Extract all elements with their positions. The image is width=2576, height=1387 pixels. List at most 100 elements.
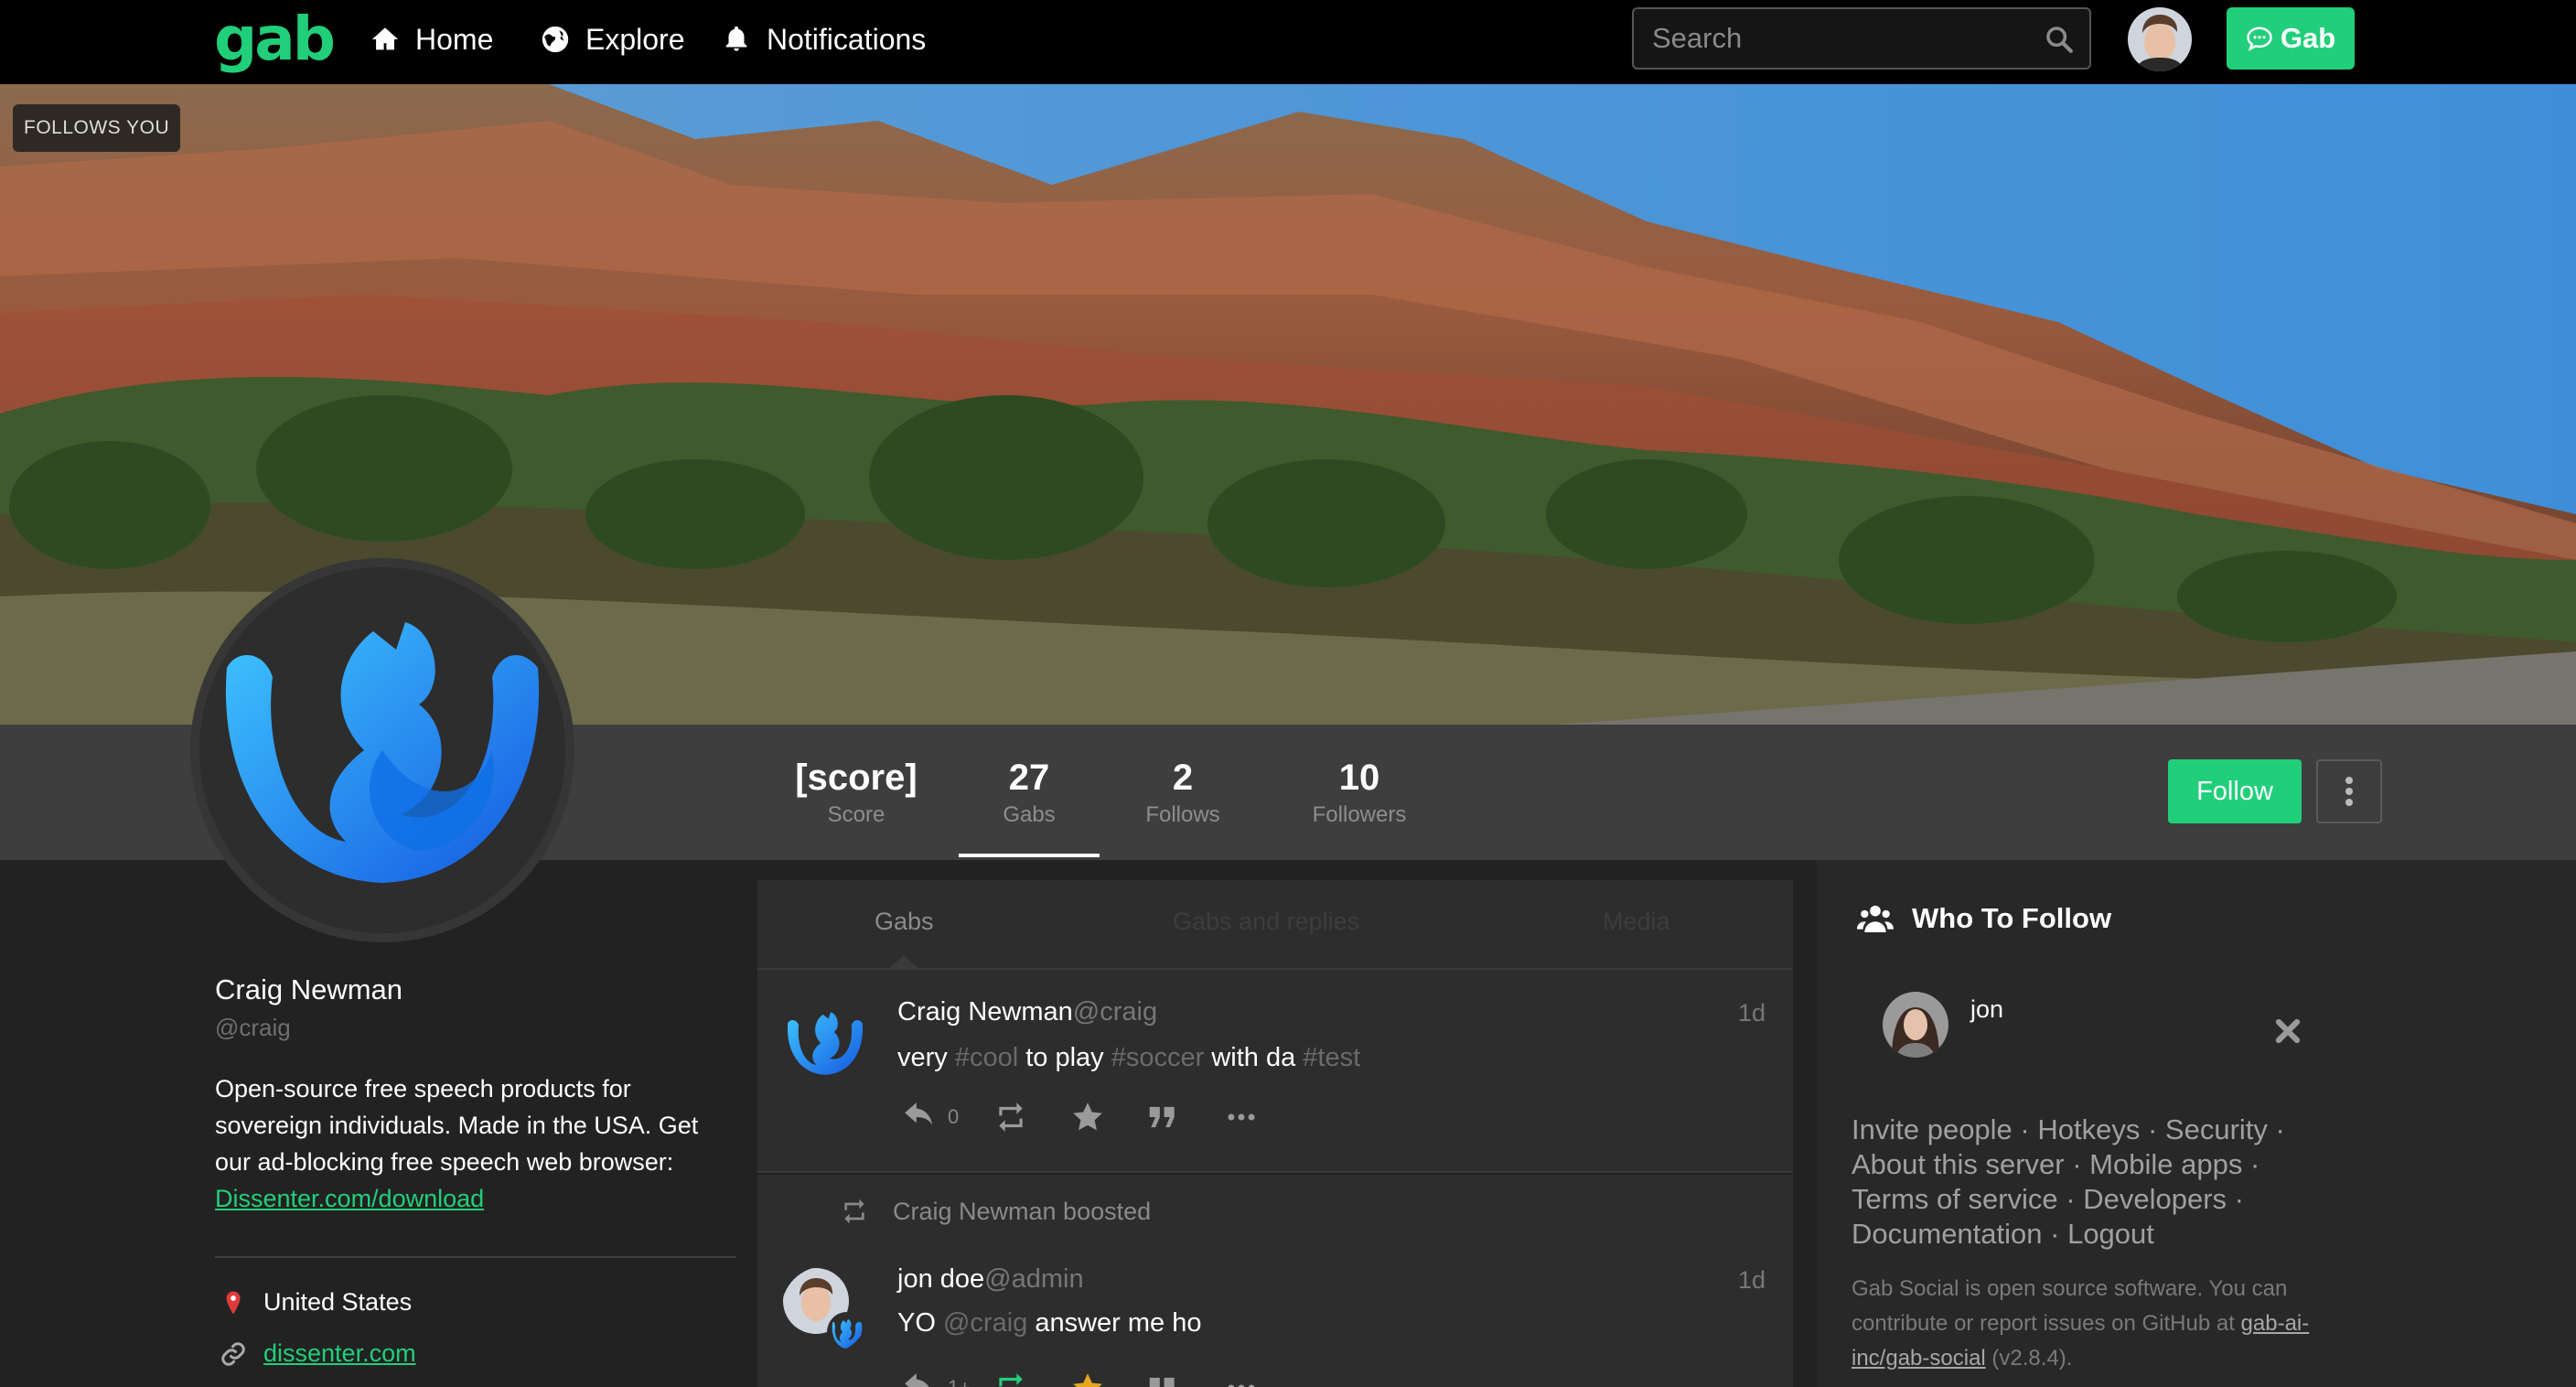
post-author-avatar[interactable] — [781, 999, 869, 1087]
tab-media[interactable]: Media — [1603, 908, 1670, 936]
ellipsis-icon — [1228, 1384, 1255, 1387]
users-icon — [1857, 905, 1894, 932]
hashtag-link[interactable]: #test — [1303, 1043, 1360, 1072]
stat-score-value: [score] — [795, 758, 918, 798]
mention-link[interactable]: @craig — [943, 1308, 1027, 1338]
follow-button[interactable]: Follow — [2168, 759, 2302, 823]
boosted-by-text: Craig Newman boosted — [893, 1197, 1152, 1225]
hashtag-link[interactable]: #soccer — [1111, 1043, 1205, 1072]
post-author[interactable]: Craig Newman@craig — [897, 997, 1157, 1027]
profile-handle: @craig — [215, 1014, 291, 1041]
profile-location-text: United States — [263, 1288, 413, 1316]
stat-gabs-label: Gabs — [1003, 802, 1056, 827]
tab-gabs-and-replies[interactable]: Gabs and replies — [1173, 908, 1359, 936]
profile-divider — [215, 1256, 736, 1258]
quote-button[interactable] — [1145, 1100, 1180, 1134]
stat-followers[interactable]: 10 Followers — [1286, 758, 1433, 828]
reply-button[interactable]: 0 — [902, 1100, 959, 1134]
stat-follows[interactable]: 2 Follows — [1110, 758, 1256, 828]
footer-link-mobile-apps[interactable]: Mobile apps — [2089, 1148, 2242, 1180]
gab-logo[interactable]: gab — [214, 4, 336, 74]
hashtag-link[interactable]: #cool — [955, 1043, 1018, 1072]
profile-bio-link[interactable]: Dissenter.com/download — [215, 1185, 484, 1212]
post-content: very #cool to play #soccer with da #test — [897, 1043, 1360, 1073]
profile-location: United States — [220, 1288, 412, 1317]
ellipsis-icon — [1228, 1113, 1255, 1121]
post-timestamp[interactable]: 1d — [1738, 1266, 1766, 1295]
star-icon — [1073, 1373, 1102, 1387]
stat-gabs[interactable]: 27 Gabs — [956, 758, 1102, 828]
stat-follows-label: Follows — [1145, 802, 1220, 827]
active-tab-pointer — [887, 955, 920, 970]
footer-link-security[interactable]: Security — [2165, 1113, 2268, 1145]
profile-more-button[interactable] — [2316, 759, 2382, 823]
profile-website-link[interactable]: dissenter.com — [263, 1339, 416, 1368]
stat-followers-value: 10 — [1338, 758, 1380, 798]
post-author-name: jon doe — [897, 1264, 985, 1294]
status-card[interactable]: Craig Newman boosted jon doe@admin 1d YO… — [757, 1175, 1793, 1387]
nav-home[interactable]: Home — [370, 18, 493, 60]
stat-follows-value: 2 — [1172, 758, 1194, 798]
chat-bubble-icon — [2247, 27, 2272, 51]
active-stat-underline — [959, 854, 1100, 857]
close-icon[interactable] — [2274, 1017, 2302, 1045]
profile-display-name: Craig Newman — [215, 973, 403, 1005]
nav-home-label: Home — [415, 22, 494, 56]
post-author[interactable]: jon doe@admin — [897, 1264, 1084, 1295]
boost-button[interactable] — [993, 1371, 1028, 1387]
stat-score[interactable]: [score] Score — [783, 758, 929, 828]
boost-icon — [999, 1373, 1023, 1387]
stat-score-label: Score — [827, 802, 886, 827]
nav-explore[interactable]: Explore — [540, 18, 685, 60]
search-input[interactable] — [1652, 18, 2036, 59]
profile-bio: Open-source free speech products for sov… — [215, 1070, 727, 1217]
suggested-user-avatar[interactable] — [1883, 992, 1948, 1058]
profile-website[interactable]: dissenter.com — [220, 1339, 416, 1368]
reply-button[interactable]: 1+ — [902, 1371, 971, 1387]
gab-button-label: Gab — [2280, 22, 2336, 54]
post-text-segment: very — [897, 1043, 955, 1072]
footer-link-invite[interactable]: Invite people — [1852, 1113, 2012, 1145]
quote-icon — [1149, 1106, 1175, 1128]
footer-link-terms[interactable]: Terms of service — [1852, 1183, 2058, 1215]
footer-link-logout[interactable]: Logout — [2067, 1218, 2154, 1250]
footer-link-developers[interactable]: Developers — [2083, 1183, 2227, 1215]
more-vertical-icon — [2345, 777, 2353, 806]
reply-icon — [905, 1102, 933, 1125]
link-icon — [221, 1341, 245, 1366]
post-text-segment: YO — [897, 1308, 943, 1338]
account-avatar[interactable] — [2128, 7, 2192, 71]
boost-button[interactable] — [993, 1100, 1028, 1134]
stat-followers-label: Followers — [1312, 802, 1407, 827]
post-author-handle: @craig — [1072, 997, 1158, 1027]
more-options-button[interactable] — [1224, 1100, 1259, 1134]
favourite-button[interactable] — [1070, 1100, 1105, 1134]
status-card[interactable]: Craig Newman@craig 1d very #cool to play… — [757, 970, 1793, 1173]
search-icon[interactable] — [2044, 24, 2075, 55]
post-content: YO @craig answer me ho — [897, 1308, 1201, 1339]
footer-version: (v2.8.4). — [1991, 1346, 2073, 1371]
post-author-avatar[interactable] — [781, 1266, 869, 1354]
quote-button[interactable] — [1145, 1371, 1180, 1387]
stat-gabs-value: 27 — [1008, 758, 1050, 798]
boost-icon — [844, 1199, 864, 1224]
favourite-button[interactable] — [1070, 1371, 1105, 1387]
reply-count: 0 — [948, 1105, 960, 1128]
star-icon — [1073, 1102, 1102, 1131]
tab-gabs[interactable]: Gabs — [875, 908, 934, 936]
footer-link-hotkeys[interactable]: Hotkeys — [2037, 1113, 2140, 1145]
more-options-button[interactable] — [1224, 1371, 1259, 1387]
post-timestamp[interactable]: 1d — [1738, 999, 1766, 1027]
post-text-segment: to play — [1018, 1043, 1111, 1072]
nav-explore-label: Explore — [585, 22, 685, 56]
footer-link-documentation[interactable]: Documentation — [1852, 1218, 2043, 1250]
who-to-follow-title: Who To Follow — [1912, 902, 2112, 934]
bell-icon — [725, 26, 747, 51]
profile-avatar[interactable] — [190, 558, 574, 942]
nav-notifications[interactable]: Notifications — [721, 18, 926, 60]
compose-gab-button[interactable]: Gab — [2227, 7, 2355, 70]
search-box — [1632, 7, 2091, 70]
suggested-user-name[interactable]: jon — [1970, 995, 2003, 1024]
footer-link-about[interactable]: About this server — [1852, 1148, 2065, 1180]
follows-you-badge: FOLLOWS YOU — [13, 104, 181, 152]
